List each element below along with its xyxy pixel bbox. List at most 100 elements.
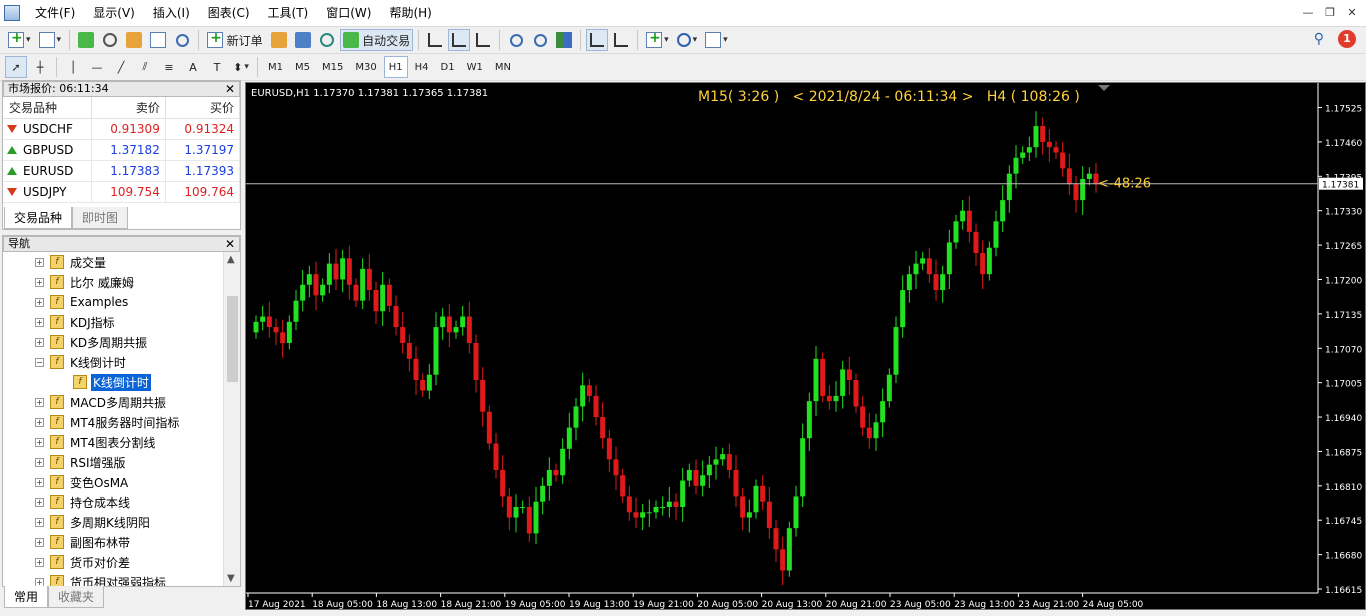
navigator-item[interactable]: + f KDJ指标 (3, 312, 223, 332)
expand-icon[interactable]: + (35, 477, 44, 487)
tf-m5[interactable]: M5 (290, 56, 315, 78)
periods-button[interactable] (674, 29, 701, 51)
table-row[interactable]: USDCHF 0.91309 0.91324 (3, 118, 241, 140)
chart-window[interactable]: EURUSD,H1 1.17370 1.17381 1.17365 1.1738… (245, 82, 1366, 610)
navigator-item[interactable]: + f 货币相对强弱指标 (3, 572, 223, 586)
navigator-item[interactable]: + f 变色OsMA (3, 472, 223, 492)
tab-tick-chart[interactable]: 即时图 (72, 207, 129, 229)
tf-h4[interactable]: H4 (410, 56, 434, 78)
data-window-button[interactable] (99, 29, 121, 51)
navigator-item[interactable]: + f 货币对价差 (3, 552, 223, 572)
navigator-item[interactable]: + f 持仓成本线 (3, 492, 223, 512)
scroll-up-icon[interactable]: ▲ (227, 254, 235, 265)
strategy-tester-button[interactable] (171, 29, 193, 51)
restore-icon[interactable]: ❐ (1320, 5, 1340, 21)
menu-view[interactable]: 显示(V) (84, 0, 144, 27)
expand-icon[interactable]: + (35, 577, 44, 586)
navigator-item[interactable]: + f 副图布林带 (3, 532, 223, 552)
tab-symbols[interactable]: 交易品种 (4, 207, 73, 229)
expand-icon[interactable]: + (35, 317, 44, 327)
tf-h1[interactable]: H1 (383, 56, 408, 78)
navigator-item[interactable]: + f RSI增强版 (3, 452, 223, 472)
menu-insert[interactable]: 插入(I) (144, 0, 199, 27)
navigator-item[interactable]: + f MT4图表分割线 (3, 432, 223, 452)
navigator-item[interactable]: + f MACD多周期共振 (3, 392, 223, 412)
channel-button[interactable]: ⫽ (134, 56, 156, 78)
notification-badge[interactable]: 1 (1338, 30, 1356, 48)
navigator-item[interactable]: + f 多周期K线阴阳 (3, 512, 223, 532)
navigator-button[interactable] (123, 29, 145, 51)
chart-shift-button[interactable] (610, 29, 632, 51)
new-order-button[interactable]: 新订单 (204, 29, 266, 51)
expand-icon[interactable]: + (35, 537, 44, 547)
profiles-button[interactable] (36, 29, 65, 51)
col-ask[interactable]: 买价 (165, 97, 241, 119)
text-label-button[interactable]: T (206, 56, 228, 78)
chat-button[interactable] (292, 29, 314, 51)
line-chart-button[interactable] (472, 29, 494, 51)
tf-d1[interactable]: D1 (436, 56, 460, 78)
tf-m30[interactable]: M30 (350, 56, 381, 78)
search-icon[interactable]: ⚲ (1314, 31, 1324, 47)
close-icon[interactable]: ✕ (225, 82, 235, 96)
new-chart-button[interactable] (5, 29, 34, 51)
menu-chart[interactable]: 图表(C) (199, 0, 259, 27)
navigator-item[interactable]: + f MT4服务器时间指标 (3, 412, 223, 432)
menu-help[interactable]: 帮助(H) (380, 0, 440, 27)
market-watch-button[interactable] (75, 29, 97, 51)
tab-favorites[interactable]: 收藏夹 (48, 586, 105, 608)
fibonacci-button[interactable]: ≡ (158, 56, 180, 78)
templates-button[interactable] (702, 29, 731, 51)
navigator-item[interactable]: + f Examples (3, 292, 223, 312)
vertical-line-button[interactable]: │ (62, 56, 84, 78)
text-button[interactable]: A (182, 56, 204, 78)
chart-shift-marker[interactable] (1098, 85, 1110, 91)
scroll-down-icon[interactable]: ▼ (227, 573, 235, 584)
tf-w1[interactable]: W1 (462, 56, 488, 78)
tile-windows-button[interactable] (553, 29, 575, 51)
table-row[interactable]: USDJPY 109.754 109.764 (3, 181, 241, 203)
cursor-button[interactable]: ➚ (5, 56, 27, 78)
zoom-in-button[interactable] (505, 29, 527, 51)
expand-icon[interactable]: + (35, 497, 44, 507)
indicators-button[interactable] (643, 29, 672, 51)
col-bid[interactable]: 卖价 (91, 97, 166, 119)
auto-trading-button[interactable]: 自动交易 (339, 29, 414, 51)
expand-icon[interactable]: + (35, 277, 44, 287)
navigator-item[interactable]: + f 成交量 (3, 252, 223, 272)
navigator-item[interactable]: + f KD多周期共振 (3, 332, 223, 352)
trendline-button[interactable]: ╱ (110, 56, 132, 78)
minimize-icon[interactable]: — (1298, 5, 1318, 21)
expand-icon[interactable]: + (35, 397, 44, 407)
terminal-button[interactable] (147, 29, 169, 51)
table-row[interactable]: GBPUSD 1.37182 1.37197 (3, 139, 241, 161)
expand-icon[interactable]: + (35, 437, 44, 447)
tf-m1[interactable]: M1 (263, 56, 288, 78)
candlestick-chart[interactable]: EURUSD,H1 1.17370 1.17381 1.17365 1.1738… (246, 83, 1366, 611)
zoom-out-button[interactable] (529, 29, 551, 51)
navigator-scrollbar[interactable]: ▲ ▼ (223, 252, 240, 586)
close-icon[interactable]: ✕ (1342, 5, 1362, 21)
navigator-item[interactable]: + f 比尔 威廉姆 (3, 272, 223, 292)
table-row[interactable]: EURUSD 1.17383 1.17393 (3, 160, 241, 182)
tab-common[interactable]: 常用 (4, 586, 49, 608)
expand-icon[interactable]: + (35, 557, 44, 567)
auto-scroll-button[interactable] (586, 29, 609, 51)
expand-icon[interactable]: + (35, 517, 44, 527)
horizontal-line-button[interactable]: — (86, 56, 108, 78)
expand-icon[interactable]: + (35, 457, 44, 467)
navigator-item[interactable]: f K线倒计时 (3, 372, 223, 392)
metaeditor-button[interactable] (268, 29, 290, 51)
menu-window[interactable]: 窗口(W) (317, 0, 380, 27)
menu-file[interactable]: 文件(F) (26, 0, 84, 27)
tf-m15[interactable]: M15 (317, 56, 348, 78)
arrows-button[interactable]: ⬍ (230, 56, 252, 78)
expand-icon[interactable]: + (35, 257, 44, 267)
tf-mn[interactable]: MN (490, 56, 516, 78)
bar-chart-button[interactable] (424, 29, 446, 51)
candlestick-button[interactable] (448, 29, 471, 51)
scroll-thumb[interactable] (227, 296, 238, 382)
signals-button[interactable] (316, 29, 338, 51)
expand-icon[interactable]: + (35, 297, 44, 307)
collapse-icon[interactable]: − (35, 357, 44, 367)
